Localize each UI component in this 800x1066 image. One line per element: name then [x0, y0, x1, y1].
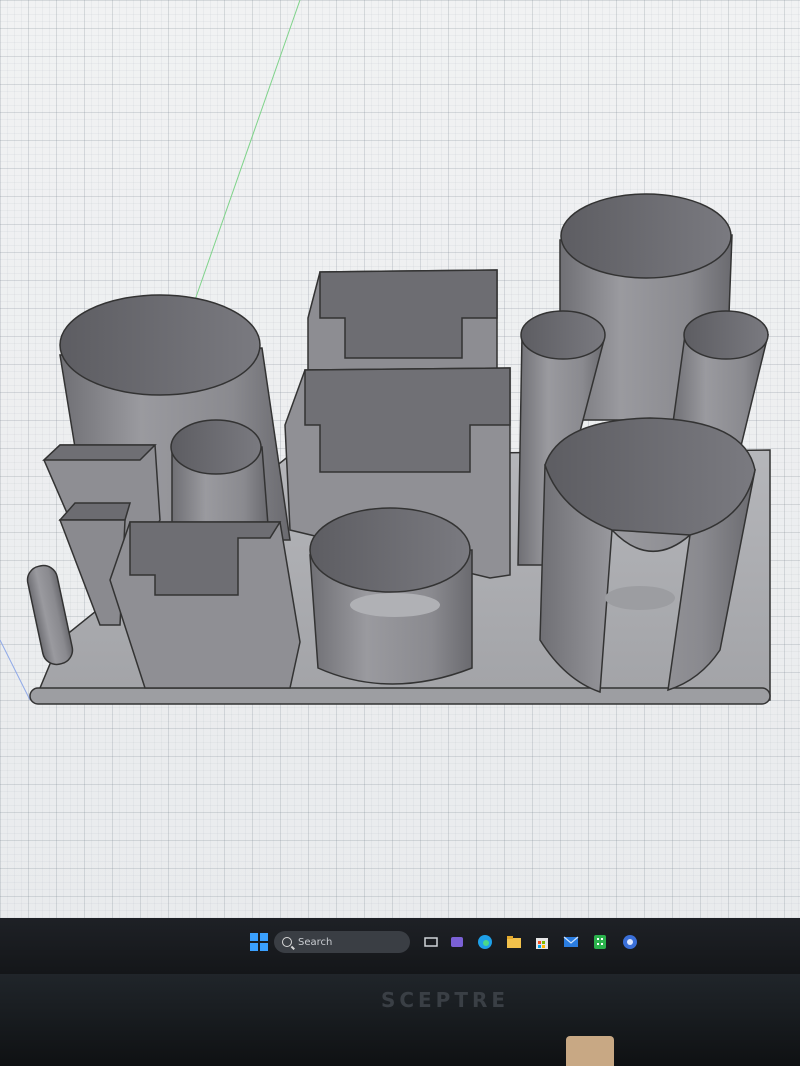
cad-viewport[interactable] — [0, 0, 800, 918]
pin-post — [26, 564, 74, 666]
search-placeholder: Search — [298, 936, 333, 948]
3d-model-view[interactable] — [0, 0, 800, 918]
cad-app-icon[interactable] — [619, 931, 641, 953]
edge-icon[interactable] — [474, 931, 496, 953]
search-icon — [282, 937, 292, 947]
desk-object — [566, 1036, 614, 1066]
green-app-icon[interactable] — [589, 931, 611, 953]
mail-icon[interactable] — [560, 931, 582, 953]
notched-box-left — [109, 521, 301, 689]
store-icon[interactable] — [531, 931, 553, 953]
x-axis-line — [0, 639, 31, 701]
small-cylinder-left — [170, 419, 269, 526]
monitor-brand-logo: SCEPTRE — [380, 988, 510, 1012]
start-icon[interactable] — [248, 931, 270, 953]
short-ring — [309, 507, 473, 685]
taskbar-search-input[interactable]: Search — [274, 931, 410, 953]
chat-icon[interactable] — [446, 931, 468, 953]
file-explorer-icon[interactable] — [503, 931, 525, 953]
y-axis-line — [194, 0, 301, 301]
task-view-icon[interactable] — [420, 931, 442, 953]
notched-box-top — [307, 269, 498, 371]
